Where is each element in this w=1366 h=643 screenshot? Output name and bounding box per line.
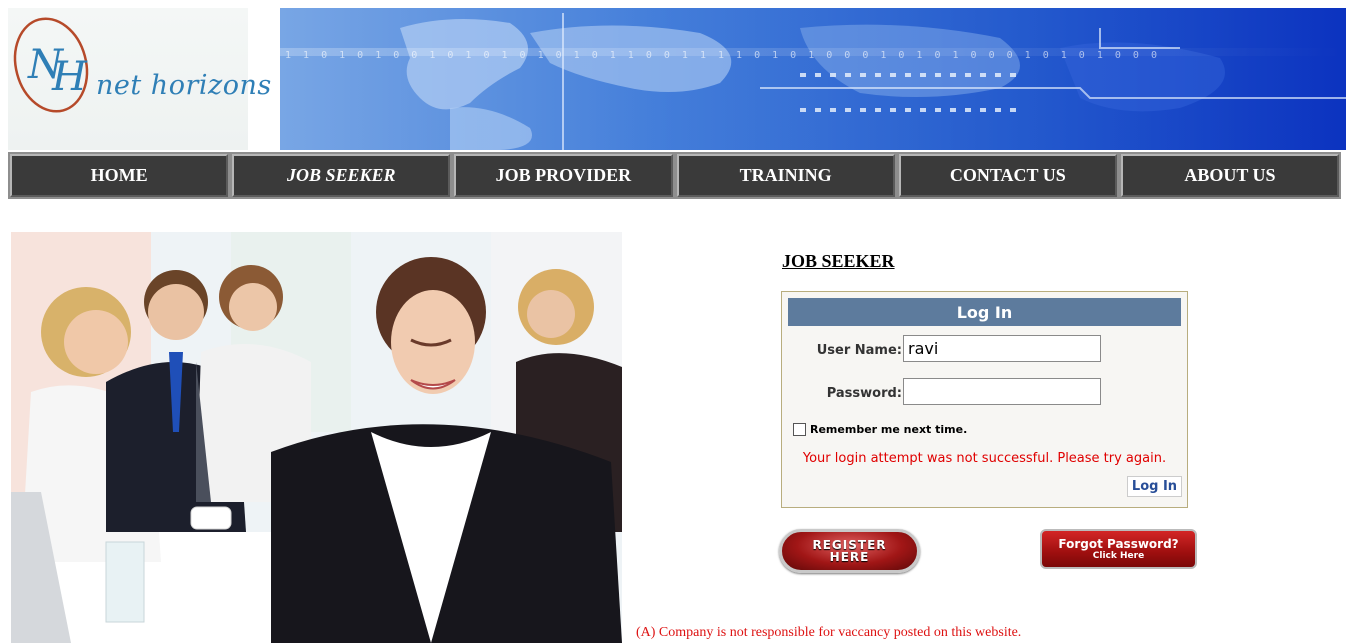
forgot-password-title: Forgot Password? [1058,536,1179,551]
forgot-password-button[interactable]: Forgot Password? Click Here [1040,529,1197,569]
business-team-photo [11,232,622,643]
nav-training[interactable]: TRAINING [676,154,895,197]
login-error-message: Your login attempt was not successful. P… [802,451,1167,466]
login-button[interactable]: Log In [1127,476,1182,497]
nav-job-provider[interactable]: JOB PROVIDER [454,154,673,197]
password-label: Password: [826,386,902,401]
username-input[interactable] [903,335,1101,362]
register-button-line2: HERE [829,550,870,564]
remember-me-checkbox[interactable] [793,423,806,436]
header-banner-image: 1 1 0 1 0 1 0 0 1 0 1 0 1 0 1 0 1 0 1 1 … [280,8,1346,150]
username-label: User Name: [816,343,902,358]
login-header: Log In [788,298,1181,326]
logo-text: net horizons [96,70,272,101]
page-title: JOB SEEKER [782,251,895,271]
office-people-illustration [11,232,622,643]
nav-contact-us[interactable]: CONTACT US [898,154,1117,197]
main-navigation: HOME JOB SEEKER JOB PROVIDER TRAINING CO… [8,152,1341,199]
nav-job-seeker[interactable]: JOB SEEKER [232,154,451,197]
forgot-password-subtitle: Click Here [1092,550,1145,561]
disclaimer-text: (A) Company is not responsible for vacca… [636,625,1022,640]
nav-about-us[interactable]: ABOUT US [1120,154,1340,197]
password-input[interactable] [903,378,1101,405]
remember-me-label: Remember me next time. [810,423,968,436]
nav-home[interactable]: HOME [10,154,229,197]
site-logo[interactable]: N H net horizons [8,8,271,150]
login-panel: Log In User Name: Password: Remember me … [781,291,1188,508]
svg-text:H: H [51,54,88,100]
register-here-button[interactable]: REGISTER HERE [779,529,920,573]
world-map-banner-graphic: 1 1 0 1 0 1 0 0 1 0 1 0 1 0 1 0 1 0 1 1 … [280,8,1346,150]
